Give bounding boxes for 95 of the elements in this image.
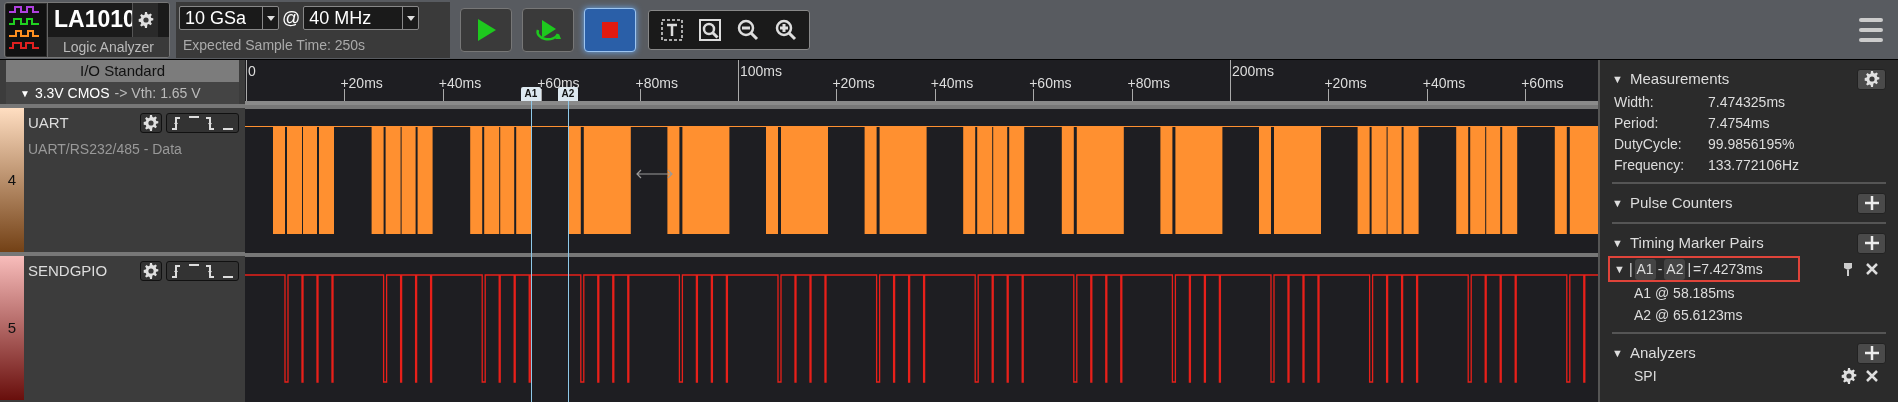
close-button[interactable] [1864,368,1880,384]
add-button[interactable] [1857,192,1886,214]
menu-icon [1858,16,1884,43]
expected-sample-time: Expected Sample Time: 250s [182,35,367,55]
zoom-fit-icon [698,17,722,42]
measurement-label: DutyCycle: [1614,135,1683,154]
tick-label: 100ms [740,63,783,79]
sample-depth-dropdown[interactable]: 10 GSa [179,6,279,30]
marker-flag[interactable]: A1 [521,87,541,101]
stop-button[interactable] [584,7,636,52]
io-standard-selector[interactable]: ▼ 3.3V CMOS -> Vth: 1.65 V [6,82,239,104]
high-level-icon [189,264,199,267]
settings-button[interactable] [1840,367,1858,385]
channel-name: UART [28,113,70,133]
collapse-arrow[interactable]: ▼ [1614,260,1625,278]
plus-icon [1864,196,1879,210]
measurement-value: 7.4754ms [1708,114,1770,133]
settings-button[interactable] [1857,68,1886,90]
section-title: Analyzers [1630,342,1697,363]
sample-rate-dropdown[interactable]: 40 MHz [303,6,420,30]
measurement-value: 7.474325ms [1708,93,1786,112]
bar-text: | [1687,259,1692,279]
add-button[interactable] [1857,232,1886,254]
width-arrow [636,169,673,179]
marker-flag[interactable]: A2 [558,87,578,101]
marker-position: A2 @ 65.6123ms [1633,306,1744,325]
tick-label: 200ms [1232,63,1275,79]
collapse-arrow[interactable]: ▼ [1612,194,1630,212]
marker-difference: =7.4273ms [1693,259,1763,279]
dropdown-caret-icon [266,15,275,21]
tick-label: +20ms [1324,75,1367,91]
rising-edge-icon [171,115,183,131]
io-standard-header: I/O Standard [6,60,239,82]
zoom-in-icon [774,17,798,42]
section-title: Timing Marker Pairs [1630,232,1765,253]
collapse-arrow[interactable]: ▼ [1612,344,1630,362]
dropdown-caret-icon [406,15,415,21]
tick-label: +60ms [1521,75,1564,91]
section-title: Pulse Counters [1630,192,1734,213]
channel-settings-button[interactable] [140,113,162,134]
tick-label: +40ms [438,75,482,91]
marker-pair-row[interactable]: ▼ | A1 - A2 |=7.4273ms [1608,256,1800,282]
low-level-icon [223,276,233,279]
channel-protocol: UART/RS232/485 - Data [28,139,183,159]
repeat-start-button[interactable] [522,7,574,52]
measurement-value: 133.772106Hz [1708,156,1800,175]
collapse-arrow[interactable]: ▼ [1612,234,1630,252]
analyzer-name[interactable]: SPI [1612,365,1840,387]
tick-label: 0 [248,63,256,79]
zoom-out-icon [736,17,760,42]
marker-tag: A2 [1664,258,1686,280]
channel-settings-button[interactable] [140,261,162,282]
dash-text: - [1657,259,1663,279]
at-label: @ [281,6,302,30]
section-title: Measurements [1630,68,1731,89]
tick-label: +40ms [930,75,974,91]
close-icon [1866,263,1878,275]
tick-label: +20ms [832,75,875,91]
text-select-icon [660,17,684,42]
add-button[interactable] [1857,342,1886,364]
logo-icon [6,3,46,56]
settings-icon [142,114,160,133]
tick-label: +80ms [1127,75,1170,91]
marker-tag: A1 [1634,258,1656,280]
channel-name: SENDGPIO [28,261,109,281]
falling-edge-icon [205,115,217,131]
settings-icon [136,10,155,29]
low-level-icon [223,128,233,131]
bar-text: | [1628,259,1633,279]
close-icon [1866,370,1878,382]
settings-button[interactable] [132,2,158,37]
channel-number: 5 [7,317,17,338]
tick-label: +20ms [340,75,383,91]
pin-icon [1843,262,1853,276]
settings-icon [1840,367,1858,385]
rising-edge-icon [171,263,183,279]
channel-number: 4 [7,169,17,190]
close-button[interactable] [1864,261,1880,277]
settings-icon [142,262,160,281]
start-button[interactable] [460,7,512,52]
device-subtitle: Logic Analyzer [48,36,169,57]
measurement-label: Period: [1614,114,1660,133]
settings-icon [1862,70,1881,88]
high-level-icon [189,116,199,119]
measurement-label: Frequency: [1614,156,1686,175]
plus-icon [1864,346,1879,360]
falling-edge-icon [205,263,217,279]
tick-label: +80ms [635,75,678,91]
tick-label: +40ms [1422,75,1466,91]
measurement-value: 99.9856195% [1708,135,1795,154]
marker-position: A1 @ 58.185ms [1633,284,1736,303]
tick-label: +60ms [1029,75,1072,91]
plus-icon [1864,236,1879,250]
measurement-label: Width: [1614,93,1655,112]
collapse-arrow[interactable]: ▼ [1612,70,1630,88]
